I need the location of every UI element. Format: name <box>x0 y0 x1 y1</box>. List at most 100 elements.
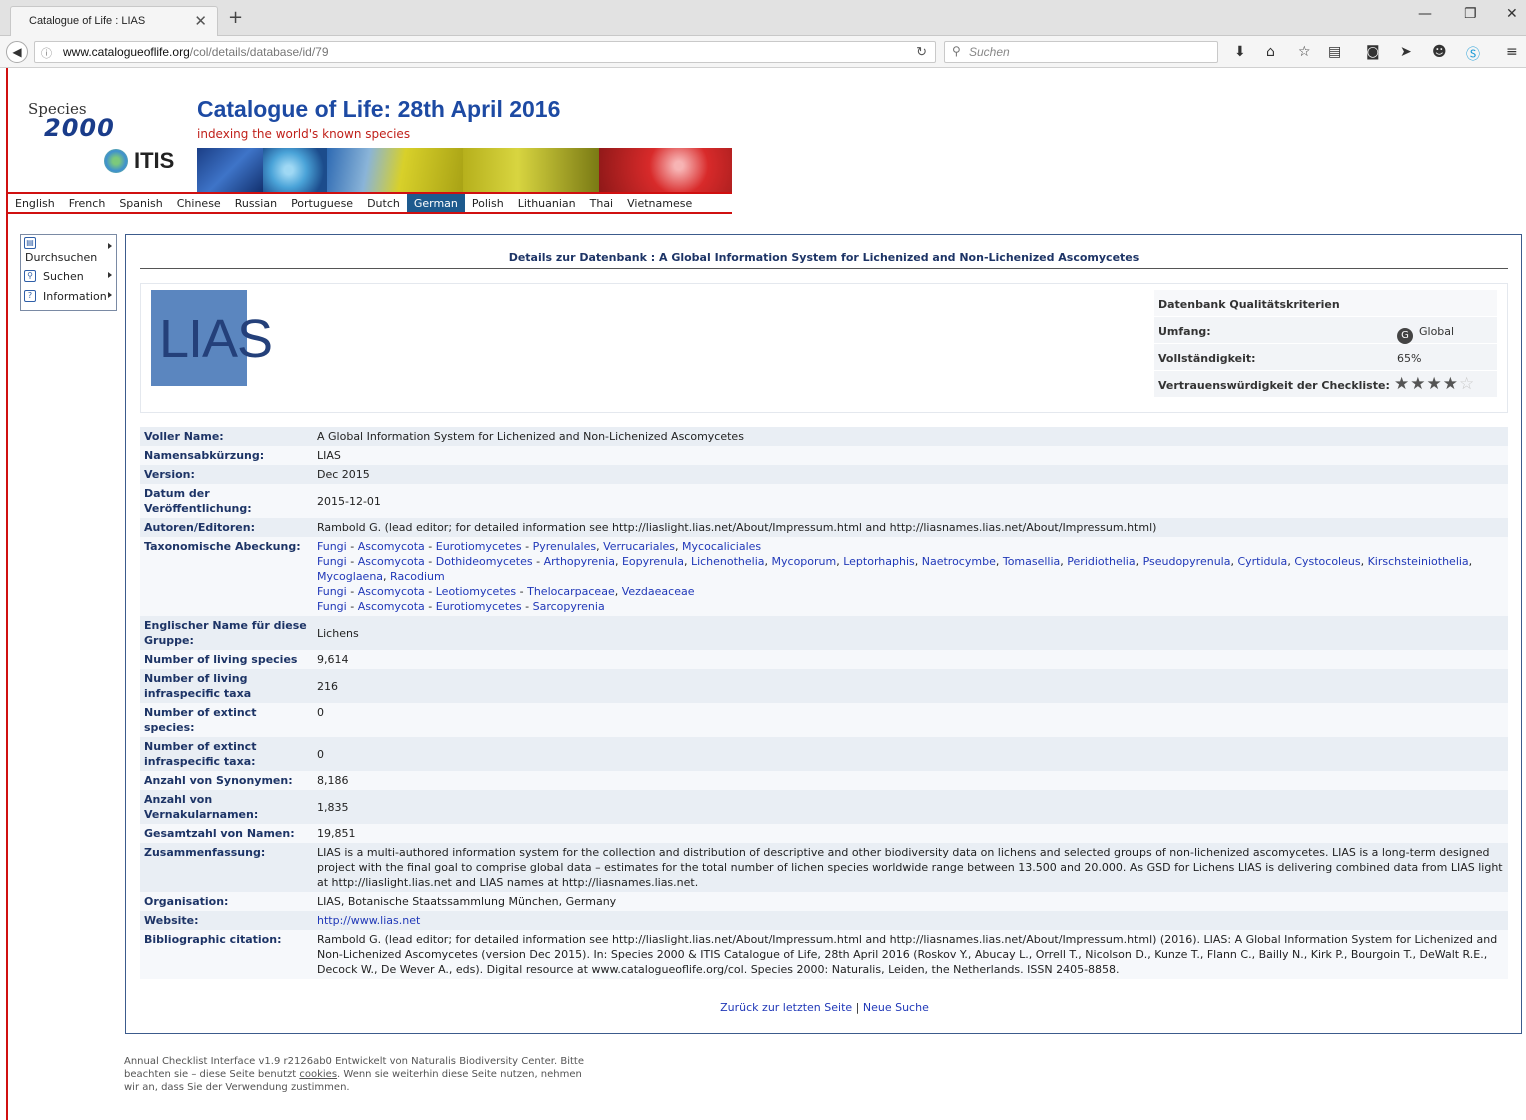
lang-dutch[interactable]: Dutch <box>360 194 407 212</box>
taxon-link[interactable]: Lichenothelia <box>691 555 765 568</box>
back-link[interactable]: Zurück zur letzten Seite <box>720 1001 852 1014</box>
browser-search-input[interactable]: ⚲ Suchen <box>944 41 1218 63</box>
website-link[interactable]: http://www.lias.net <box>317 914 420 927</box>
lang-polish[interactable]: Polish <box>465 194 511 212</box>
taxon-link[interactable]: Cyrtidula <box>1237 555 1287 568</box>
tab-close-icon[interactable]: ✕ <box>194 12 207 30</box>
lang-russian[interactable]: Russian <box>228 194 284 212</box>
authors-label: Autoren/Editoren: <box>140 518 313 537</box>
taxon-link[interactable]: Eopyrenula <box>622 555 684 568</box>
banner-image-3 <box>327 148 463 192</box>
menu-item-label: Information <box>43 290 107 303</box>
browser-tabbar: Catalogue of Life : LIAS ✕ + — ❐ ✕ <box>0 0 1526 36</box>
new-search-link[interactable]: Neue Suche <box>863 1001 929 1014</box>
language-bar: English French Spanish Chinese Russian P… <box>8 192 732 214</box>
taxon-link[interactable]: Dothideomycetes <box>436 555 533 568</box>
menu-item-search[interactable]: ⚲ Suchen <box>21 267 116 287</box>
taxon-link[interactable]: Vezdaeaceae <box>622 585 695 598</box>
url-bar[interactable]: ⓘ www.catalogueoflife.org/col/details/da… <box>34 41 936 63</box>
menu-item-browse[interactable]: ▤ Durchsuchen <box>21 235 116 267</box>
taxonomic-coverage-label: Taxonomische Abeckung: <box>140 537 313 616</box>
lang-spanish[interactable]: Spanish <box>112 194 169 212</box>
taxon-link[interactable]: Fungi <box>317 600 347 613</box>
lang-lithuanian[interactable]: Lithuanian <box>511 194 583 212</box>
restore-icon[interactable]: ❐ <box>1464 6 1477 22</box>
browser-tab[interactable]: Catalogue of Life : LIAS ✕ <box>10 6 218 36</box>
taxon-link[interactable]: Eurotiomycetes <box>436 540 522 553</box>
lias-logo-text: LIAS <box>159 309 273 369</box>
browse-icon: ▤ <box>24 237 36 249</box>
table-row: Datum der Veröffentlichung: 2015-12-01 <box>140 484 1508 518</box>
cookies-link[interactable]: cookies <box>299 1069 337 1080</box>
banner-image-2 <box>263 148 327 192</box>
skype-icon[interactable]: Ⓢ <box>1466 44 1480 64</box>
taxon-link[interactable]: Fungi <box>317 585 347 598</box>
taxon-link[interactable]: Ascomycota <box>358 555 425 568</box>
taxon-link[interactable]: Ascomycota <box>358 600 425 613</box>
taxon-link[interactable]: Mycocaliciales <box>682 540 761 553</box>
living-species-value: 9,614 <box>313 650 1508 669</box>
taxon-link[interactable]: Naetrocymbe <box>922 555 996 568</box>
download-icon[interactable]: ⬇ <box>1234 44 1246 60</box>
synonyms-label: Anzahl von Synonymen: <box>140 771 313 790</box>
submenu-arrow-icon <box>108 292 112 298</box>
taxon-link[interactable]: Leptorhaphis <box>843 555 915 568</box>
taxon-link[interactable]: Verrucariales <box>603 540 675 553</box>
pocket-icon[interactable]: ◙ <box>1366 44 1380 60</box>
taxon-link[interactable]: Sarcopyrenia <box>533 600 605 613</box>
taxon-link[interactable]: Ascomycota <box>358 540 425 553</box>
table-row: Organisation: LIAS, Botanische Staatssamm… <box>140 892 1508 911</box>
taxon-link[interactable]: Thelocarpaceae <box>527 585 615 598</box>
taxon-link[interactable]: Tomasellia <box>1003 555 1060 568</box>
menu-item-label: Durchsuchen <box>25 251 98 264</box>
chat-icon[interactable]: ☻ <box>1432 44 1447 60</box>
table-row: Voller Name: A Global Information System … <box>140 427 1508 446</box>
lang-thai[interactable]: Thai <box>583 194 621 212</box>
species2000-logo[interactable]: Species 2000 <box>28 100 114 142</box>
taxon-link[interactable]: Racodium <box>390 570 445 583</box>
taxon-link[interactable]: Fungi <box>317 555 347 568</box>
send-icon[interactable]: ➤ <box>1400 44 1412 60</box>
minimize-icon[interactable]: — <box>1418 6 1432 22</box>
extinct-species-value: 0 <box>313 703 1508 737</box>
lang-portuguese[interactable]: Portuguese <box>284 194 360 212</box>
search-icon: ⚲ <box>952 44 961 58</box>
taxon-link[interactable]: Fungi <box>317 540 347 553</box>
taxon-link[interactable]: Ascomycota <box>358 585 425 598</box>
taxon-link[interactable]: Pyrenulales <box>533 540 597 553</box>
info-icon[interactable]: ⓘ <box>41 45 52 61</box>
scope-value: G Global <box>1397 325 1454 344</box>
table-row: Gesamtzahl von Namen: 19,851 <box>140 824 1508 843</box>
menu-icon[interactable]: ≡ <box>1506 44 1518 60</box>
page: Species 2000 ITIS Catalogue of Life: 28t… <box>0 68 1526 1120</box>
taxon-link[interactable]: Peridiothelia <box>1067 555 1135 568</box>
taxon-link[interactable]: Arthopyrenia <box>544 555 615 568</box>
taxon-link[interactable]: Cystocoleus <box>1294 555 1360 568</box>
lang-french[interactable]: French <box>62 194 113 212</box>
summary-value: LIAS is a multi-authored information sys… <box>313 843 1508 892</box>
living-infraspecific-value: 216 <box>313 669 1508 703</box>
taxon-link[interactable]: Leotiomycetes <box>436 585 516 598</box>
taxon-link[interactable]: Mycoglaena <box>317 570 383 583</box>
bookmark-star-icon[interactable]: ☆ <box>1298 44 1311 60</box>
banner-image-5 <box>599 148 732 192</box>
lang-german[interactable]: German <box>406 194 465 212</box>
back-arrow-icon[interactable]: ◀ <box>6 41 28 63</box>
menu-item-information[interactable]: ? Information <box>21 287 116 307</box>
itis-logo-text: ITIS <box>134 148 175 173</box>
taxon-link[interactable]: Mycoporum <box>772 555 837 568</box>
lang-vietnamese[interactable]: Vietnamese <box>620 194 699 212</box>
taxon-link[interactable]: Kirschsteiniothelia <box>1368 555 1469 568</box>
reading-list-icon[interactable]: ▤ <box>1328 44 1341 60</box>
english-name-value: Lichens <box>313 616 1508 650</box>
window-close-icon[interactable]: ✕ <box>1506 6 1518 22</box>
table-row: Anzahl von Vernakularnamen: 1,835 <box>140 790 1508 824</box>
itis-logo[interactable]: ITIS <box>104 148 174 174</box>
reload-icon[interactable]: ↻ <box>916 44 927 60</box>
taxon-link[interactable]: Eurotiomycetes <box>436 600 522 613</box>
new-tab-icon[interactable]: + <box>228 7 243 28</box>
lang-chinese[interactable]: Chinese <box>170 194 228 212</box>
home-icon[interactable]: ⌂ <box>1266 44 1275 60</box>
lang-english[interactable]: English <box>8 194 62 212</box>
taxon-link[interactable]: Pseudopyrenula <box>1143 555 1231 568</box>
